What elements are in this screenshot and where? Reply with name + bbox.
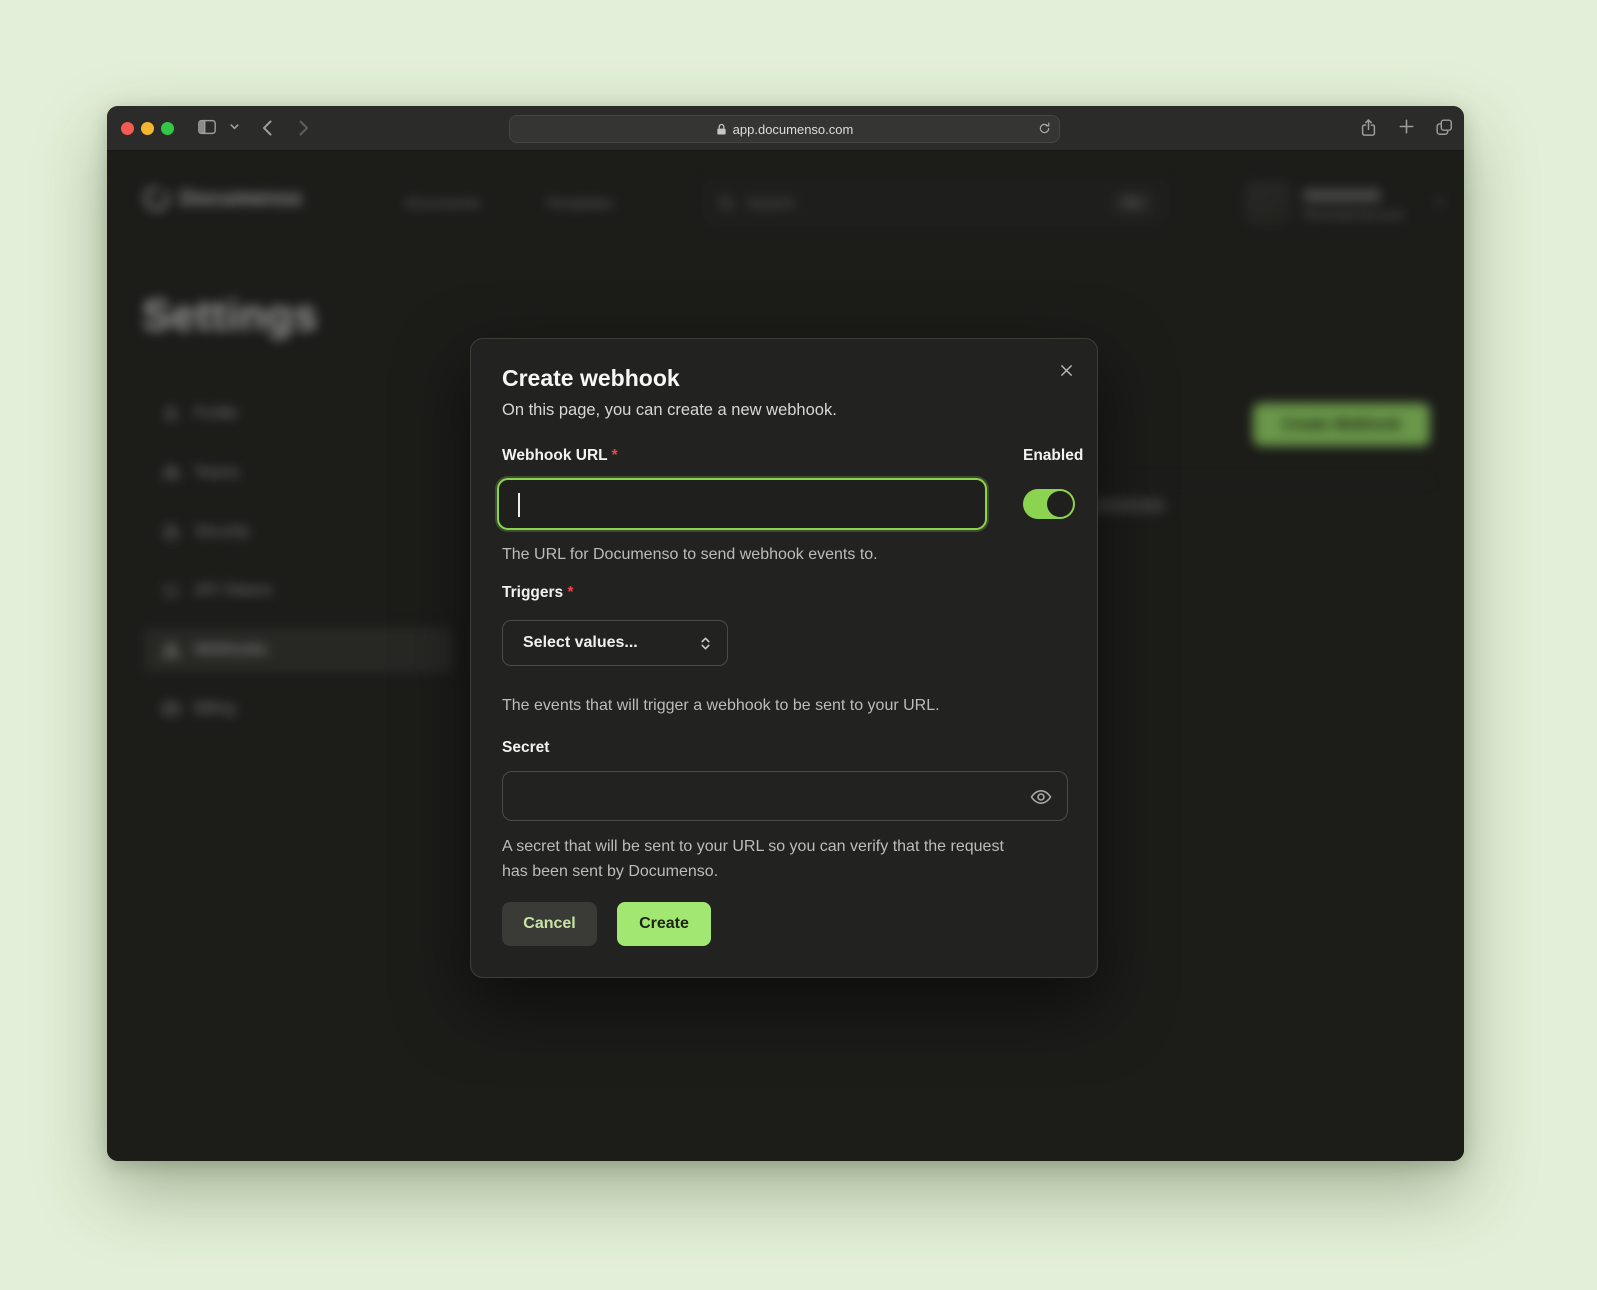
text-caret	[518, 493, 520, 517]
eye-icon[interactable]	[1029, 785, 1053, 809]
dialog-description: On this page, you can create a new webho…	[502, 401, 837, 420]
close-icon[interactable]	[1053, 357, 1079, 383]
triggers-select-placeholder: Select values...	[523, 634, 638, 652]
back-icon[interactable]	[257, 117, 279, 139]
forward-icon[interactable]	[292, 117, 314, 139]
browser-titlebar: app.documenso.com	[107, 106, 1464, 151]
browser-window: app.documenso.com	[107, 106, 1464, 1161]
secret-input[interactable]	[502, 771, 1068, 821]
lock-icon	[716, 123, 727, 136]
secret-help: A secret that will be sent to your URL s…	[502, 834, 1027, 884]
enabled-label: Enabled	[1023, 447, 1083, 465]
reload-icon[interactable]	[1037, 121, 1052, 139]
sidebar-toggle-icon[interactable]	[197, 117, 217, 137]
chevron-up-down-icon	[698, 635, 713, 652]
required-marker: *	[567, 584, 573, 601]
cancel-button[interactable]: Cancel	[502, 902, 597, 946]
triggers-help: The events that will trigger a webhook t…	[502, 693, 940, 718]
close-window-button[interactable]	[121, 122, 134, 135]
webhook-url-label: Webhook URL *	[502, 447, 618, 465]
webhook-url-help: The URL for Documenso to send webhook ev…	[502, 542, 878, 567]
documenso-app: Documenso Documents Templates Search ⌘K …	[107, 151, 1464, 1161]
address-text: app.documenso.com	[733, 122, 854, 137]
enabled-toggle[interactable]	[1023, 489, 1075, 519]
triggers-label: Triggers *	[502, 584, 574, 602]
new-tab-icon[interactable]	[1397, 117, 1416, 136]
create-button[interactable]: Create	[617, 902, 711, 946]
dialog-title: Create webhook	[502, 365, 680, 392]
tab-overview-icon[interactable]	[1434, 117, 1454, 137]
secret-label: Secret	[502, 739, 549, 757]
required-marker: *	[612, 447, 618, 464]
webhook-url-input[interactable]	[497, 478, 987, 530]
address-bar[interactable]: app.documenso.com	[509, 115, 1060, 143]
zoom-window-button[interactable]	[161, 122, 174, 135]
share-icon[interactable]	[1359, 117, 1378, 138]
triggers-select[interactable]: Select values...	[502, 620, 728, 666]
minimize-window-button[interactable]	[141, 122, 154, 135]
toggle-knob	[1047, 491, 1073, 517]
create-webhook-dialog: Create webhook On this page, you can cre…	[470, 338, 1098, 978]
chevron-down-icon[interactable]	[229, 121, 240, 132]
traffic-lights	[121, 122, 174, 135]
